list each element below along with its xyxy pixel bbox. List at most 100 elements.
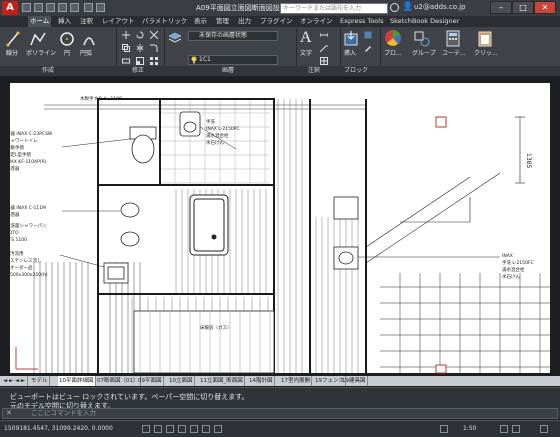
layout-tab-model[interactable]: モデル	[30, 376, 50, 386]
clipboard-icon[interactable]	[478, 30, 492, 47]
text-tool-icon[interactable]: A	[300, 29, 312, 47]
group-label-block[interactable]: ブロック	[344, 66, 368, 76]
snap-icon[interactable]	[142, 425, 150, 433]
toilet2-spec-label: 便器 INAX C-111M 紙巻器	[6, 206, 46, 218]
trim-icon[interactable]	[150, 31, 158, 39]
group-icon[interactable]	[414, 31, 430, 47]
user-email[interactable]: u2@adds.co.jp	[414, 3, 466, 11]
basin2-spec-label: INAX 手洗 L-2150FC 湯水混合栓 水石けん	[502, 254, 534, 280]
layout-tab-fittings[interactable]: 19建具図	[341, 376, 368, 386]
shower-fixture	[189, 194, 229, 256]
arc-tool-label: 円弧	[80, 50, 93, 57]
search-input[interactable]: キーワードまたは語句を入力	[280, 3, 388, 14]
group-label-annotation[interactable]: 注釈	[308, 66, 320, 76]
tab-manage[interactable]: 管理	[214, 16, 231, 27]
polar-icon[interactable]	[178, 425, 186, 433]
marker-top-right	[435, 116, 447, 128]
properties-icon[interactable]	[384, 29, 402, 47]
tab-parametric[interactable]: パラメトリック	[140, 16, 189, 27]
tab-insert[interactable]: 挿入	[56, 16, 73, 27]
insert-block-label: 挿入	[344, 50, 357, 57]
close-button[interactable]: ✕	[534, 1, 556, 14]
tab-plugins[interactable]: プラグイン	[258, 16, 295, 27]
layout-tab-floor[interactable]: 14階計図	[248, 376, 275, 386]
fullscreen-icon[interactable]	[540, 425, 548, 433]
arc-tool-icon[interactable]	[82, 31, 96, 47]
table-icon[interactable]	[320, 57, 328, 65]
group-label-layers[interactable]: 画層	[222, 66, 234, 76]
layer-combo[interactable]: 1C1	[188, 55, 278, 65]
rotate-icon[interactable]	[136, 31, 144, 39]
lightbulb-icon	[191, 56, 197, 64]
command-input[interactable]: ここにコマンドを入力	[2, 408, 558, 419]
layout-tab-detail[interactable]: 10平面詳細図	[58, 376, 96, 386]
basin-fixture	[179, 111, 201, 137]
group-label-draw[interactable]: 作成	[42, 66, 54, 76]
circle-tool-icon[interactable]	[60, 31, 74, 47]
mirror-icon[interactable]	[136, 44, 144, 52]
edit-block-icon[interactable]	[364, 44, 372, 52]
layout-tab-elevation[interactable]: 10立面図	[168, 376, 195, 386]
user-icon[interactable]: 👤	[402, 2, 413, 13]
ribbon-tab-bar: ホーム 挿入 注釈 レイアウト パラメトリック 表示 管理 出力 プラグイン オ…	[0, 16, 560, 27]
minimize-button[interactable]: –	[490, 1, 512, 14]
insert-block-icon[interactable]	[344, 31, 358, 47]
tab-view[interactable]: 表示	[192, 16, 209, 27]
basin-spec-label: 手洗 INAX L-2150PC 湯水混合栓 水石けん	[206, 120, 240, 146]
tab-layout[interactable]: レイアウト	[100, 16, 137, 27]
layout-nav-icon[interactable]: ◄ ► ◄ ►	[2, 376, 28, 386]
move-icon[interactable]	[122, 31, 130, 39]
ortho-icon[interactable]	[166, 425, 174, 433]
new-icon[interactable]	[22, 3, 31, 12]
save-icon[interactable]	[46, 3, 55, 12]
fillet-icon[interactable]	[150, 44, 158, 52]
coordinate-readout: 1509181.4547, 31099.2420, 0.0000	[4, 425, 113, 432]
app-menu-button[interactable]: A	[2, 1, 18, 15]
drawing-canvas[interactable]: 1385 木製手すり h=1100 便器 INAX C-23PCSW シャワートイ…	[0, 77, 560, 376]
lock-icon[interactable]	[512, 425, 520, 433]
tab-sketchbook[interactable]: SketchBook Designer	[388, 16, 461, 27]
stretch-icon[interactable]	[122, 57, 130, 65]
group-label-modify[interactable]: 修正	[132, 66, 144, 76]
print-icon[interactable]	[70, 3, 79, 12]
otrack-icon[interactable]	[202, 425, 210, 433]
maximize-button[interactable]: □	[512, 1, 534, 14]
layout-tab-plan[interactable]: 09平面図	[137, 376, 164, 386]
tab-express-tools[interactable]: Express Tools	[338, 16, 385, 27]
layout-tab-bar: ◄ ► ◄ ► モデル 10平面詳細図 07断面図（01） 09平面図 10立面…	[0, 376, 560, 386]
paper-model-icon[interactable]	[440, 425, 448, 433]
layout-tab-section[interactable]: 07断面図（01）	[96, 376, 141, 386]
polyline-tool-icon[interactable]	[30, 31, 46, 47]
search-icon[interactable]	[390, 3, 399, 12]
scale-icon[interactable]	[136, 57, 144, 65]
command-close-icon[interactable]: ✕	[6, 409, 12, 417]
open-icon[interactable]	[34, 3, 43, 12]
copy-icon[interactable]	[122, 44, 130, 52]
utilities-label: ユーテ...	[442, 50, 466, 57]
undo-icon[interactable]	[84, 3, 93, 12]
array-icon[interactable]	[150, 57, 158, 65]
layout-tab-elevation-section[interactable]: 11立面図_断面図	[199, 376, 245, 386]
leader-icon[interactable]	[320, 44, 328, 52]
dimension-icon[interactable]	[320, 31, 328, 39]
tab-annotate[interactable]: 注釈	[78, 16, 95, 27]
tab-home[interactable]: ホーム	[28, 16, 52, 27]
layer-properties-icon[interactable]	[168, 31, 182, 45]
annotation-scale[interactable]: 1:50	[463, 425, 476, 432]
marker-bottom-right	[435, 364, 447, 374]
tab-online[interactable]: オンライン	[298, 16, 335, 27]
redo-icon[interactable]	[96, 3, 105, 12]
line-tool-icon[interactable]	[6, 31, 20, 47]
layer-state-combo[interactable]: 未保存の画層状態	[188, 31, 278, 41]
create-block-icon[interactable]	[364, 31, 372, 39]
group-label: グループ	[412, 50, 436, 57]
clipboard-label: クリッ...	[474, 50, 498, 57]
utilities-icon[interactable]	[446, 30, 460, 47]
save-as-icon[interactable]	[58, 3, 67, 12]
lineweight-icon[interactable]	[214, 425, 222, 433]
workspace-icon[interactable]	[500, 425, 508, 433]
layout-tab-interior[interactable]: 17室内展開	[280, 376, 312, 386]
grid-icon[interactable]	[154, 425, 162, 433]
tab-output[interactable]: 出力	[236, 16, 253, 27]
osnap-icon[interactable]	[190, 425, 198, 433]
